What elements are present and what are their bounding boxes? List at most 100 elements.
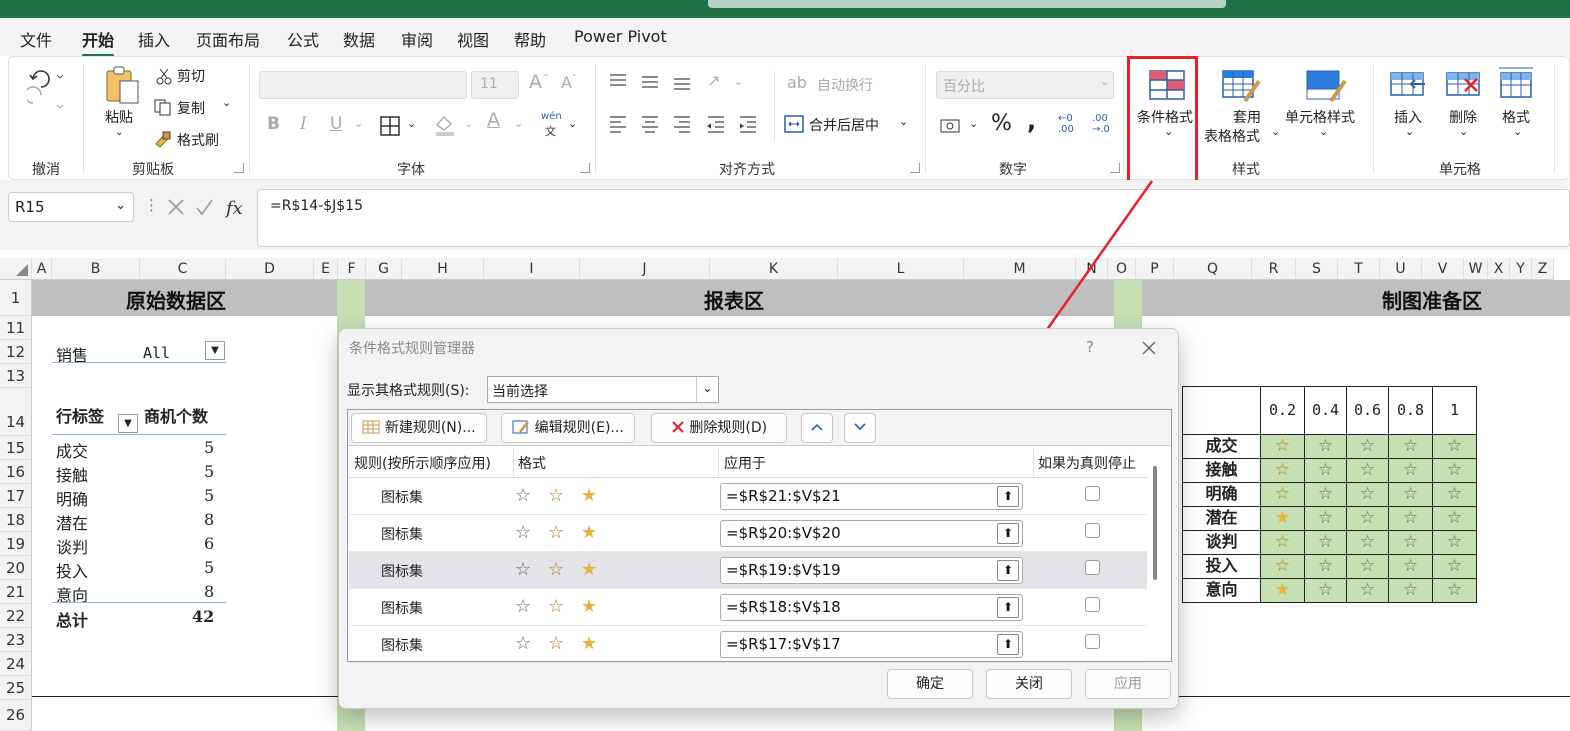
row-header-20[interactable]: 20 — [0, 556, 32, 580]
percent-style-button[interactable]: % — [991, 111, 1012, 136]
col-header-s[interactable]: S — [1296, 258, 1338, 280]
fill-color-icon[interactable] — [433, 113, 457, 137]
collapse-dialog-icon[interactable]: ⬆ — [997, 634, 1019, 655]
number-format-select[interactable]: 百分比 — [936, 71, 1114, 99]
comma-style-button[interactable]: , — [1027, 107, 1036, 135]
underline-chevron-icon[interactable]: ⌄ — [354, 117, 363, 130]
increase-font-icon[interactable]: A^ — [529, 71, 550, 93]
accounting-format-icon[interactable] — [939, 115, 963, 137]
rule-row[interactable]: 图标集 ☆ ☆ ★ =$R$18:$V$18 ⬆ — [349, 589, 1147, 626]
insert-cells-chevron-icon[interactable]: ⌄ — [1405, 125, 1414, 138]
font-color-chevron-icon[interactable]: ⌄ — [514, 117, 523, 130]
row-header-22[interactable]: 22 — [0, 604, 32, 628]
borders-chevron-icon[interactable]: ⌄ — [407, 117, 416, 130]
ok-button[interactable]: 确定 — [887, 669, 973, 699]
row-header-16[interactable]: 16 — [0, 460, 32, 484]
copy-button[interactable]: 复制 — [177, 98, 205, 118]
stop-if-true-checkbox[interactable] — [1085, 560, 1100, 575]
tab-data[interactable]: 数据 — [343, 27, 375, 51]
underline-button[interactable]: U — [330, 114, 342, 134]
cell-styles-chevron-icon[interactable]: ⌄ — [1319, 125, 1328, 138]
row-header-21[interactable]: 21 — [0, 580, 32, 604]
apply-button[interactable]: 应用 — [1085, 669, 1171, 699]
cell-styles-button[interactable]: 单元格样式 — [1285, 107, 1355, 127]
orientation-icon[interactable]: ↗ — [707, 71, 720, 90]
rule-apply-to-input[interactable]: =$R$19:$V$19 ⬆ — [720, 557, 1023, 584]
font-color-icon[interactable]: A — [487, 109, 500, 131]
col-header-b[interactable]: B — [52, 258, 140, 280]
bold-button[interactable]: B — [267, 114, 280, 134]
stop-if-true-checkbox[interactable] — [1085, 597, 1100, 612]
collapse-dialog-icon[interactable]: ⬆ — [997, 486, 1019, 507]
col-header-x[interactable]: X — [1488, 258, 1510, 280]
collapse-dialog-icon[interactable]: ⬆ — [997, 523, 1019, 544]
number-launcher-icon[interactable] — [1110, 163, 1120, 173]
accounting-chevron-icon[interactable]: ⌄ — [969, 117, 978, 130]
show-rules-chevron-icon[interactable]: ⌄ — [696, 377, 718, 402]
paste-button[interactable]: 粘贴 — [105, 107, 133, 127]
col-header-u[interactable]: U — [1380, 258, 1422, 280]
row-header-12[interactable]: 12 — [0, 340, 32, 364]
italic-button[interactable]: I — [300, 114, 307, 134]
delete-cells-chevron-icon[interactable]: ⌄ — [1459, 125, 1468, 138]
col-header-g[interactable]: G — [366, 258, 402, 280]
rule-row[interactable]: 图标集 ☆ ☆ ★ =$R$20:$V$20 ⬆ — [349, 515, 1147, 552]
tab-page-layout[interactable]: 页面布局 — [196, 27, 260, 51]
table-chevron-icon[interactable]: ⌄ — [1271, 125, 1280, 138]
insert-cells-button[interactable]: 插入 — [1394, 107, 1422, 127]
row-header-15[interactable]: 15 — [0, 436, 32, 460]
row-header-26[interactable]: 26 — [0, 700, 32, 731]
decrease-decimal-icon[interactable]: .00 →.0 — [1092, 113, 1110, 135]
row-header-17[interactable]: 17 — [0, 484, 32, 508]
rule-row[interactable]: 图标集 ☆ ☆ ★ =$R$21:$V$21 ⬆ — [349, 478, 1147, 515]
tab-view[interactable]: 视图 — [457, 27, 489, 51]
dialog-close-icon[interactable] — [1141, 340, 1157, 356]
col-header-a[interactable]: A — [32, 258, 52, 280]
col-header-h[interactable]: H — [402, 258, 484, 280]
rule-apply-to-input[interactable]: =$R$21:$V$21 ⬆ — [720, 483, 1023, 510]
row-header-14[interactable]: 14 — [0, 388, 32, 436]
merge-center-button[interactable]: 合并后居中 — [809, 115, 879, 135]
tab-formulas[interactable]: 公式 — [287, 27, 319, 51]
delete-cells-button[interactable]: 删除 — [1449, 107, 1477, 127]
pivot-filter-dropdown-icon[interactable]: ▼ — [205, 341, 225, 360]
rule-row[interactable]: 图标集 ☆ ☆ ★ =$R$17:$V$17 ⬆ — [349, 626, 1147, 663]
row-header-25[interactable]: 25 — [0, 676, 32, 700]
stop-if-true-checkbox[interactable] — [1085, 634, 1100, 649]
col-header-y[interactable]: Y — [1510, 258, 1532, 280]
number-format-chevron-icon[interactable]: ⌄ — [1100, 75, 1109, 88]
tab-file[interactable]: 文件 — [20, 27, 52, 51]
tab-insert[interactable]: 插入 — [138, 27, 170, 51]
borders-icon[interactable] — [379, 115, 401, 137]
phonetic-chevron-icon[interactable]: ⌄ — [568, 117, 577, 130]
format-cells-button[interactable]: 格式 — [1502, 107, 1530, 127]
orientation-chevron-icon[interactable]: ⌄ — [734, 75, 743, 88]
phonetic-icon[interactable]: wén — [541, 111, 562, 122]
col-header-w[interactable]: W — [1464, 258, 1488, 280]
col-header-i[interactable]: I — [484, 258, 580, 280]
col-header-c[interactable]: C — [140, 258, 226, 280]
vertical-align-icons[interactable] — [607, 71, 697, 93]
formula-input[interactable]: =R$14-$J$15 — [257, 189, 1570, 247]
collapse-dialog-icon[interactable]: ⬆ — [997, 597, 1019, 618]
col-header-k[interactable]: K — [710, 258, 838, 280]
font-launcher-icon[interactable] — [580, 163, 590, 173]
row-header-24[interactable]: 24 — [0, 652, 32, 676]
show-rules-select[interactable]: 当前选择 ⌄ — [487, 376, 719, 403]
rule-apply-to-input[interactable]: =$R$18:$V$18 ⬆ — [720, 594, 1023, 621]
delete-rule-button[interactable]: 删除规则(D) — [651, 413, 787, 443]
move-up-button[interactable] — [801, 413, 833, 443]
format-painter-button[interactable]: 格式刷 — [177, 130, 219, 150]
row-header-13[interactable]: 13 — [0, 364, 32, 388]
new-rule-button[interactable]: 新建规则(N)... — [351, 413, 487, 443]
col-header-e[interactable]: E — [314, 258, 338, 280]
row-header-18[interactable]: 18 — [0, 508, 32, 532]
col-header-d[interactable]: D — [226, 258, 314, 280]
format-cells-chevron-icon[interactable]: ⌄ — [1513, 125, 1522, 138]
increase-decimal-icon[interactable]: ←0.00 — [1058, 113, 1074, 135]
col-header-v[interactable]: V — [1422, 258, 1464, 280]
font-name-select[interactable] — [259, 71, 467, 99]
paste-chevron-icon[interactable]: ⌄ — [115, 127, 123, 138]
name-box-chevron-icon[interactable]: ⌄ — [115, 198, 126, 213]
format-as-table-button[interactable]: 表格格式 — [1204, 126, 1260, 146]
